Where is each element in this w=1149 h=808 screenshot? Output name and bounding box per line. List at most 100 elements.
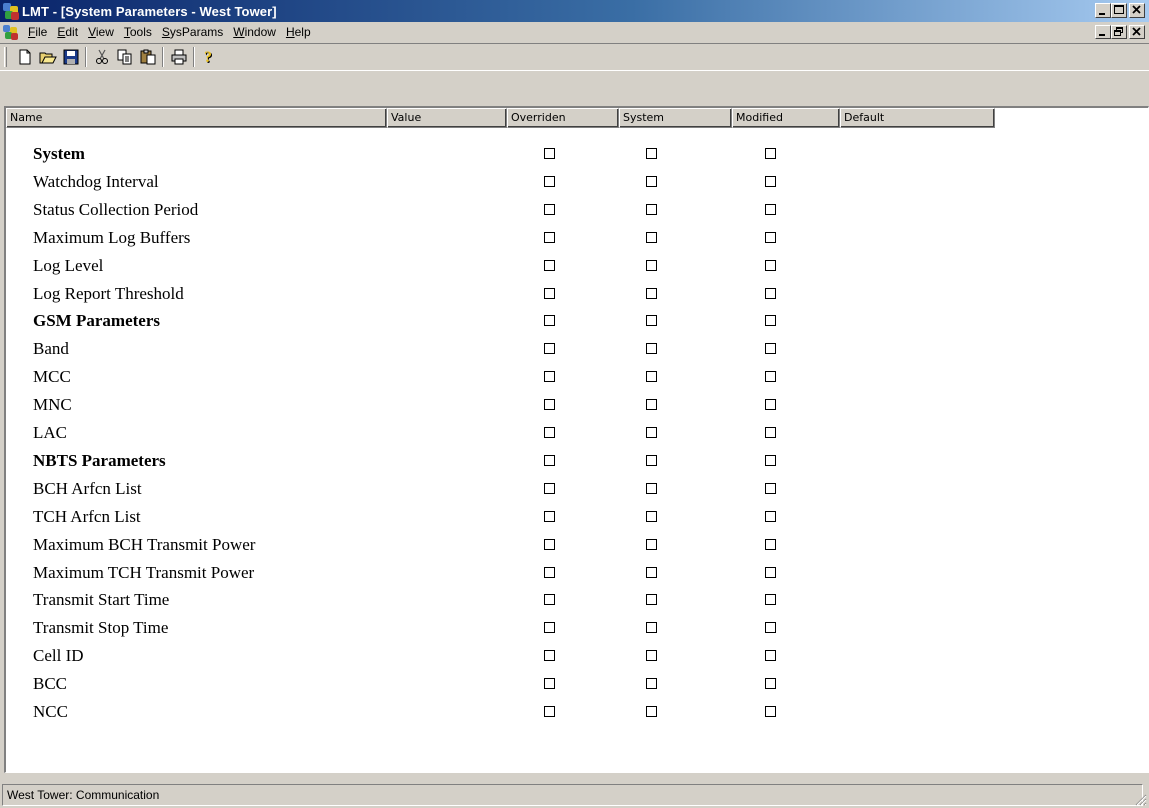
document-icon[interactable] — [3, 24, 19, 40]
overriden-checkbox[interactable] — [544, 231, 555, 243]
modified-checkbox[interactable] — [765, 259, 776, 271]
table-row[interactable]: Log Report Threshold — [6, 283, 1106, 311]
system-checkbox[interactable] — [646, 231, 657, 243]
overriden-checkbox[interactable] — [544, 454, 555, 466]
modified-checkbox[interactable] — [765, 231, 776, 243]
system-checkbox[interactable] — [646, 343, 657, 355]
column-header-name[interactable]: Name — [6, 108, 387, 128]
system-checkbox[interactable] — [646, 259, 657, 271]
system-checkbox[interactable] — [646, 203, 657, 215]
modified-checkbox[interactable] — [765, 371, 776, 383]
system-checkbox[interactable] — [646, 148, 657, 159]
table-row[interactable]: Status Collection Period — [6, 199, 1106, 227]
menu-edit[interactable]: Edit — [52, 25, 83, 39]
menu-sysparams[interactable]: SysParams — [157, 25, 228, 39]
table-row[interactable]: NBTS Parameters — [6, 450, 1106, 478]
menu-help[interactable]: Help — [281, 25, 316, 39]
modified-checkbox[interactable] — [765, 399, 776, 411]
modified-checkbox[interactable] — [765, 538, 776, 550]
table-row[interactable]: GSM Parameters — [6, 310, 1106, 338]
table-row[interactable]: TCH Arfcn List — [6, 506, 1106, 534]
modified-checkbox[interactable] — [765, 510, 776, 522]
maximize-button[interactable] — [1111, 3, 1127, 18]
overriden-checkbox[interactable] — [544, 287, 555, 299]
system-checkbox[interactable] — [646, 538, 657, 550]
table-row[interactable]: BCC — [6, 673, 1106, 701]
system-checkbox[interactable] — [646, 287, 657, 299]
modified-checkbox[interactable] — [765, 343, 776, 355]
modified-checkbox[interactable] — [765, 315, 776, 327]
modified-checkbox[interactable] — [765, 427, 776, 438]
table-row[interactable]: System — [6, 143, 1106, 171]
overriden-checkbox[interactable] — [544, 538, 555, 550]
table-row[interactable]: Transmit Start Time — [6, 589, 1106, 617]
system-checkbox[interactable] — [646, 594, 657, 606]
overriden-checkbox[interactable] — [544, 566, 555, 578]
resize-grip-icon[interactable] — [1133, 792, 1147, 806]
mdi-close-button[interactable] — [1129, 25, 1145, 39]
print-button[interactable] — [167, 46, 190, 68]
menu-view[interactable]: View — [83, 25, 119, 39]
overriden-checkbox[interactable] — [544, 259, 555, 271]
modified-checkbox[interactable] — [765, 454, 776, 466]
overriden-checkbox[interactable] — [544, 622, 555, 634]
system-checkbox[interactable] — [646, 482, 657, 494]
overriden-checkbox[interactable] — [544, 427, 555, 438]
modified-checkbox[interactable] — [765, 287, 776, 299]
toolbar-grip[interactable] — [4, 47, 7, 67]
system-checkbox[interactable] — [646, 371, 657, 383]
modified-checkbox[interactable] — [765, 148, 776, 159]
table-row[interactable]: Maximum TCH Transmit Power — [6, 562, 1106, 590]
overriden-checkbox[interactable] — [544, 399, 555, 411]
overriden-checkbox[interactable] — [544, 203, 555, 215]
overriden-checkbox[interactable] — [544, 315, 555, 327]
table-row[interactable]: Transmit Stop Time — [6, 617, 1106, 645]
table-row[interactable]: NCC — [6, 701, 1106, 729]
table-row[interactable]: Maximum BCH Transmit Power — [6, 534, 1106, 562]
modified-checkbox[interactable] — [765, 594, 776, 606]
table-row[interactable]: Watchdog Interval — [6, 171, 1106, 199]
system-checkbox[interactable] — [646, 315, 657, 327]
modified-checkbox[interactable] — [765, 566, 776, 578]
modified-checkbox[interactable] — [765, 706, 776, 717]
menu-file[interactable]: File — [23, 25, 52, 39]
table-row[interactable]: LAC — [6, 422, 1106, 450]
modified-checkbox[interactable] — [765, 622, 776, 634]
overriden-checkbox[interactable] — [544, 148, 555, 159]
overriden-checkbox[interactable] — [544, 706, 555, 717]
new-button[interactable] — [13, 46, 36, 68]
column-header-modified[interactable]: Modified — [732, 108, 840, 128]
modified-checkbox[interactable] — [765, 175, 776, 187]
table-row[interactable]: Band — [6, 338, 1106, 366]
overriden-checkbox[interactable] — [544, 678, 555, 690]
table-row[interactable]: MCC — [6, 366, 1106, 394]
overriden-checkbox[interactable] — [544, 343, 555, 355]
table-row[interactable]: BCH Arfcn List — [6, 478, 1106, 506]
system-checkbox[interactable] — [646, 454, 657, 466]
table-row[interactable]: Cell ID — [6, 645, 1106, 673]
system-checkbox[interactable] — [646, 650, 657, 662]
modified-checkbox[interactable] — [765, 678, 776, 690]
column-header-value[interactable]: Value — [387, 108, 507, 128]
system-checkbox[interactable] — [646, 622, 657, 634]
minimize-button[interactable] — [1095, 3, 1111, 18]
system-checkbox[interactable] — [646, 706, 657, 717]
overriden-checkbox[interactable] — [544, 482, 555, 494]
column-header-default[interactable]: Default — [840, 108, 995, 128]
menu-window[interactable]: Window — [228, 25, 281, 39]
overriden-checkbox[interactable] — [544, 371, 555, 383]
column-header-system[interactable]: System — [619, 108, 732, 128]
mdi-restore-button[interactable] — [1111, 25, 1127, 39]
app-icon[interactable] — [2, 2, 20, 20]
overriden-checkbox[interactable] — [544, 175, 555, 187]
close-button[interactable] — [1129, 3, 1145, 18]
table-row[interactable]: Maximum Log Buffers — [6, 227, 1106, 255]
menu-tools[interactable]: Tools — [119, 25, 157, 39]
column-header-overriden[interactable]: Overriden — [507, 108, 619, 128]
system-checkbox[interactable] — [646, 175, 657, 187]
cut-button[interactable] — [90, 46, 113, 68]
open-button[interactable] — [36, 46, 59, 68]
table-row[interactable]: Log Level — [6, 255, 1106, 283]
title-bar[interactable]: LMT - [System Parameters - West Tower] — [0, 0, 1149, 22]
table-row[interactable]: MNC — [6, 394, 1106, 422]
